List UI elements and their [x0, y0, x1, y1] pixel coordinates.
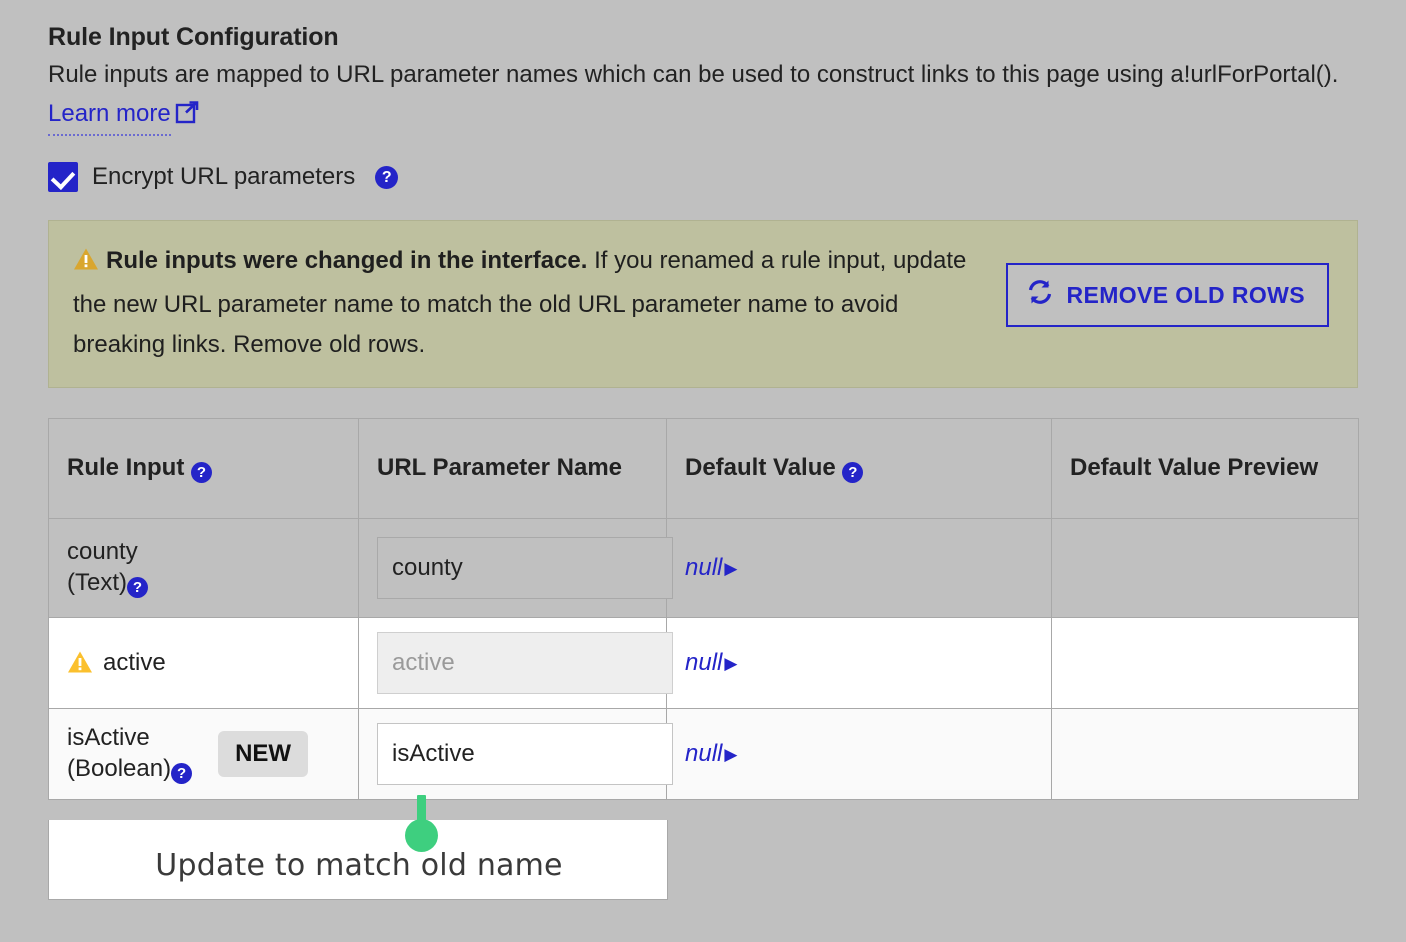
- default-value-text: null: [685, 553, 723, 581]
- remove-old-rows-button[interactable]: REMOVE OLD ROWS: [1006, 263, 1329, 328]
- cell-default-value: null ▶: [666, 616, 1052, 709]
- rule-input-configuration-panel: Rule Input Configuration Rule inputs are…: [48, 22, 1359, 800]
- header-rule-input-label: Rule Input: [67, 454, 185, 481]
- page-title: Rule Input Configuration: [48, 23, 339, 51]
- table-header-row: Rule Input ? URL Parameter Name Default …: [48, 417, 1359, 519]
- header-default-value-preview: Default Value Preview: [1051, 417, 1359, 519]
- rule-input-name: isActive: [67, 723, 150, 751]
- default-value-expander[interactable]: null ▶: [685, 740, 737, 767]
- banner-message: Rule inputs were changed in the interfac…: [73, 241, 982, 364]
- cell-rule-input: county (Text)?: [48, 517, 359, 618]
- rule-input-type: (Boolean): [67, 754, 172, 782]
- banner-bold-text: Rule inputs were changed in the interfac…: [106, 247, 588, 275]
- new-badge: NEW: [218, 730, 309, 777]
- learn-more-link[interactable]: Learn more: [48, 94, 171, 137]
- rule-input-type-line: (Boolean)?: [67, 754, 193, 785]
- external-link-icon[interactable]: [175, 97, 199, 136]
- default-value-text: null: [685, 648, 723, 676]
- header-rule-input: Rule Input ?: [48, 417, 359, 519]
- table-row: county (Text)? null▶: [48, 517, 1359, 618]
- table-row: active null▶: [48, 616, 1359, 709]
- annotation-text: Update to match old name: [155, 848, 563, 883]
- caret-right-icon: ▶: [724, 558, 738, 578]
- annotation-callout-box: Update to match old name: [48, 820, 668, 900]
- rule-input-name-stack: county (Text)?: [67, 537, 340, 598]
- cell-url-parameter-name: [358, 517, 673, 618]
- rule-input-type: (Text): [67, 568, 127, 596]
- cell-rule-input: isActive (Boolean)? NEW: [48, 707, 359, 800]
- annotation-pointer-dot: [405, 819, 438, 852]
- remove-old-rows-label: REMOVE OLD ROWS: [1066, 281, 1305, 308]
- help-icon[interactable]: ?: [127, 576, 148, 598]
- help-icon[interactable]: ?: [171, 762, 193, 784]
- rule-input-name-stack: isActive (Boolean)? NEW: [67, 723, 340, 784]
- rule-input-name: active: [103, 648, 166, 676]
- url-parameter-name-input: [377, 631, 673, 694]
- cell-default-value: null ▶: [666, 707, 1052, 800]
- url-parameter-name-input[interactable]: [377, 536, 673, 599]
- cell-rule-input: active: [48, 616, 359, 709]
- cell-default-value-preview: [1051, 707, 1359, 800]
- rule-input-name-block: isActive (Boolean)?: [67, 723, 193, 785]
- encrypt-url-parameters-checkbox[interactable]: [48, 162, 78, 193]
- caret-right-icon: ▶: [724, 744, 738, 764]
- default-value-text: null: [685, 739, 723, 767]
- cell-default-value-preview: [1051, 517, 1359, 618]
- section-description: Rule inputs are mapped to URL parameter …: [48, 55, 1348, 137]
- refresh-icon: [1026, 279, 1054, 311]
- help-icon[interactable]: ?: [842, 462, 864, 483]
- encrypt-url-parameters-row: Encrypt URL parameters ?: [48, 162, 1358, 193]
- default-value-expander[interactable]: null ▶: [685, 554, 737, 581]
- rule-inputs-changed-banner: Rule inputs were changed in the interfac…: [48, 220, 1358, 388]
- header-default-value: Default Value ?: [666, 417, 1052, 519]
- rule-input-table: Rule Input ? URL Parameter Name Default …: [48, 417, 1359, 800]
- header-url-parameter-name: URL Parameter Name: [358, 417, 667, 519]
- table-row: isActive (Boolean)? NEW null▶: [48, 707, 1359, 800]
- url-parameter-name-input[interactable]: [377, 722, 673, 785]
- rule-input-name: county: [67, 537, 138, 565]
- header-default-value-label: Default Value: [685, 454, 836, 481]
- cell-url-parameter-name: [358, 616, 673, 709]
- encrypt-url-parameters-label: Encrypt URL parameters: [92, 163, 356, 191]
- cell-default-value-preview: [1051, 616, 1359, 709]
- rule-input-name-stack: active: [67, 649, 340, 677]
- caret-right-icon: ▶: [724, 653, 738, 673]
- warning-triangle-icon: [67, 649, 103, 677]
- warning-triangle-icon: [73, 244, 99, 284]
- help-icon[interactable]: ?: [191, 462, 212, 483]
- default-value-expander[interactable]: null ▶: [685, 649, 737, 676]
- section-description-text: Rule inputs are mapped to URL parameter …: [48, 61, 1339, 89]
- cell-default-value: null ▶: [666, 517, 1052, 618]
- cell-url-parameter-name: [358, 707, 673, 800]
- help-icon[interactable]: ?: [375, 165, 399, 189]
- rule-input-type-line: (Text)?: [67, 568, 340, 599]
